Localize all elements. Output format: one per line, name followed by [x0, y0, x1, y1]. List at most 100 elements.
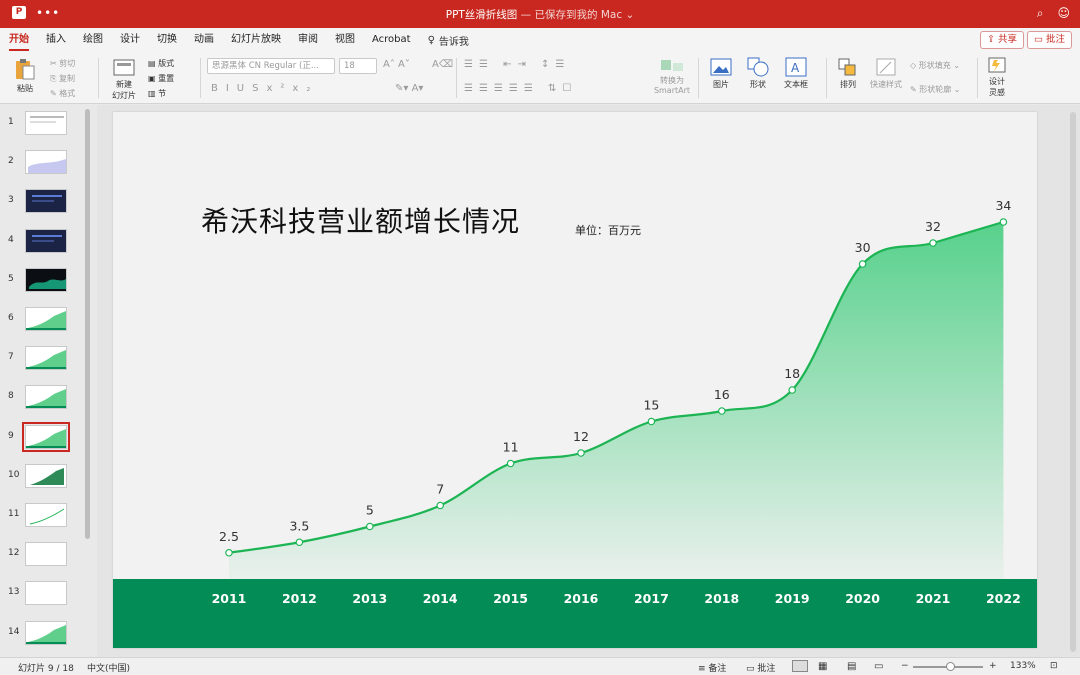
slide-thumbnail-row[interactable]: 11 [0, 501, 84, 531]
slide-thumbnail[interactable] [25, 267, 67, 292]
slide-thumbnail[interactable] [25, 620, 67, 645]
comments-status-button[interactable]: ▭ 批注 [746, 661, 775, 674]
data-point [858, 260, 867, 268]
slide-thumbnail-row[interactable]: 9 [0, 421, 84, 453]
slide-thumbnail[interactable] [25, 111, 67, 135]
slide-thumbnail[interactable] [25, 150, 67, 175]
slideshow-icon[interactable]: ▭ [874, 661, 883, 672]
reset-button[interactable]: ▣ 重置 [148, 73, 174, 84]
clear-format-icon[interactable]: A⌫ [432, 59, 453, 70]
tell-me[interactable]: ♀ 告诉我 [428, 33, 469, 48]
reading-view-icon[interactable]: ▤ [847, 661, 856, 672]
save-status: — 已保存到我的 Mac [517, 9, 623, 21]
shape-outline-button[interactable]: ✎ 形状轮廓 ⌄ [910, 84, 961, 95]
share-button[interactable]: ⇪ 共享 [980, 31, 1024, 49]
shape-label: 形状 [750, 80, 766, 89]
slide-thumbnail-row[interactable]: 7 [0, 344, 84, 374]
slide-thumbnail-row[interactable]: 5 [0, 266, 84, 296]
x-tick-label: 2017 [633, 591, 669, 606]
slide-thumbnail[interactable] [25, 189, 67, 214]
font-name-field[interactable]: 思源黑体 CN Regular (正... [207, 58, 335, 74]
slide-thumbnail[interactable] [25, 307, 67, 331]
paste-label: 粘贴 [17, 84, 33, 93]
slide-thumbnail-row[interactable]: 13 [0, 579, 84, 609]
slide-thumbnail[interactable] [25, 542, 67, 567]
zoom-slider-knob[interactable] [946, 662, 955, 671]
tab-view[interactable]: 视图 [335, 28, 355, 52]
tab-slideshow[interactable]: 幻灯片放映 [231, 28, 281, 52]
canvas-scrollbar[interactable] [1070, 112, 1076, 652]
slide-thumbnail-row[interactable]: 1 [0, 109, 84, 139]
slide-thumbnail[interactable] [25, 581, 67, 606]
slide-thumbnail-row[interactable]: 12 [0, 540, 84, 570]
shape-fill-button[interactable]: ◇ 形状填充 ⌄ [910, 60, 960, 71]
title-chevron-icon[interactable]: ⌄ [625, 9, 634, 21]
notes-button[interactable]: ≡ 备注 [698, 661, 726, 674]
arrange-button[interactable]: 排列 [833, 57, 863, 90]
tab-transitions[interactable]: 切换 [157, 28, 177, 52]
slide-thumbnail-row[interactable]: 2 [0, 148, 84, 178]
slide-thumbnail[interactable] [25, 228, 67, 253]
shape-button[interactable]: 形状 [742, 57, 774, 90]
new-slide-button[interactable]: 新建 幻灯片 [105, 57, 143, 101]
slide-thumbnail[interactable] [22, 421, 70, 452]
data-point [999, 218, 1008, 226]
layout-button[interactable]: ▤ 版式 [148, 58, 174, 69]
cut-button[interactable]: ✂ 剪切 [50, 58, 75, 69]
slide-title[interactable]: 希沃科技营业额增长情况 [201, 200, 520, 240]
fit-slide-icon[interactable]: ⊡ [1050, 661, 1058, 671]
slide-thumbnail-row[interactable]: 8 [0, 383, 84, 413]
font-grow-shrink[interactable]: A˄ A˅ [383, 59, 410, 70]
picture-button[interactable]: 图片 [705, 57, 737, 90]
font-size-field[interactable]: 18 [339, 58, 377, 74]
list-buttons[interactable]: ☰☰ ⇤⇥ ↕☰ [464, 59, 570, 70]
tab-animations[interactable]: 动画 [194, 28, 214, 52]
zoom-out-button[interactable]: − [901, 661, 909, 671]
slide-thumbnail[interactable] [25, 463, 67, 488]
quick-styles-button[interactable]: 快速样式 [868, 57, 904, 90]
zoom-in-button[interactable]: + [989, 661, 997, 671]
search-icon[interactable]: ⌕ [1037, 6, 1044, 21]
slide-thumbnail-row[interactable]: 10 [0, 462, 84, 492]
slide-thumbnail-row[interactable]: 6 [0, 305, 84, 335]
tab-draw[interactable]: 绘图 [83, 28, 103, 52]
ribbon: 粘贴 ✂ 剪切 ⎘ 复制 ✎ 格式 新建 幻灯片 ▤ 版式 ▣ 重置 ▥ 节 思… [0, 52, 1080, 104]
section-button[interactable]: ▥ 节 [148, 88, 166, 99]
font-style-buttons[interactable]: BIUSx²x₂ [211, 83, 318, 94]
copy-button[interactable]: ⎘ 复制 [50, 73, 75, 84]
slide-sorter-icon[interactable]: ▦ [818, 661, 827, 672]
align-buttons[interactable]: ☰☰☰☰☰ ⇅☐ [464, 83, 577, 94]
design-ideas-button[interactable]: 设计 灵感 [984, 56, 1010, 98]
slide-thumbnail[interactable] [25, 346, 67, 371]
slide-thumbnail-row[interactable]: 14 [0, 619, 84, 649]
unit-label[interactable]: 单位：百万元 [575, 222, 641, 238]
textbox-icon: A [785, 57, 807, 77]
convert-smartart-label2: SmartArt [653, 86, 691, 95]
normal-view-icon[interactable] [792, 660, 808, 672]
slide-number: 12 [8, 548, 20, 559]
copy-label: 复制 [58, 74, 75, 83]
convert-smartart-button[interactable]: 转换为 SmartArt [652, 57, 692, 95]
zoom-level[interactable]: 133% [1010, 661, 1036, 671]
tab-design[interactable]: 设计 [120, 28, 140, 52]
textbox-button[interactable]: A 文本框 [778, 57, 814, 90]
quick-styles-icon [876, 58, 896, 76]
account-icon[interactable]: ☺ [1057, 6, 1070, 21]
slide-thumbnail[interactable] [25, 503, 67, 527]
slide-thumbnail-row[interactable]: 4 [0, 227, 84, 257]
paste-button[interactable]: 粘贴 [10, 57, 40, 94]
highlight-color-icon[interactable]: ✎▾ A▾ [395, 83, 423, 94]
thumbnail-scrollbar[interactable] [85, 109, 90, 539]
current-slide[interactable]: 2.5 3.5 5 7 11 12 15 16 18 30 32 34 希沃科技营业额增长情况 单位：… [113, 112, 1037, 648]
format-painter-button[interactable]: ✎ 格式 [50, 88, 75, 99]
tab-home[interactable]: 开始 [9, 28, 29, 52]
tab-review[interactable]: 审阅 [298, 28, 318, 52]
area-fill [229, 222, 1004, 579]
slide-thumbnail[interactable] [25, 385, 67, 410]
x-tick-label: 2020 [845, 591, 880, 606]
language-indicator[interactable]: 中文(中国) [87, 661, 130, 674]
comments-button[interactable]: ▭ 批注 [1026, 31, 1072, 49]
tab-insert[interactable]: 插入 [46, 28, 66, 52]
slide-thumbnail-row[interactable]: 3 [0, 187, 84, 217]
tab-acrobat[interactable]: Acrobat [372, 28, 411, 52]
